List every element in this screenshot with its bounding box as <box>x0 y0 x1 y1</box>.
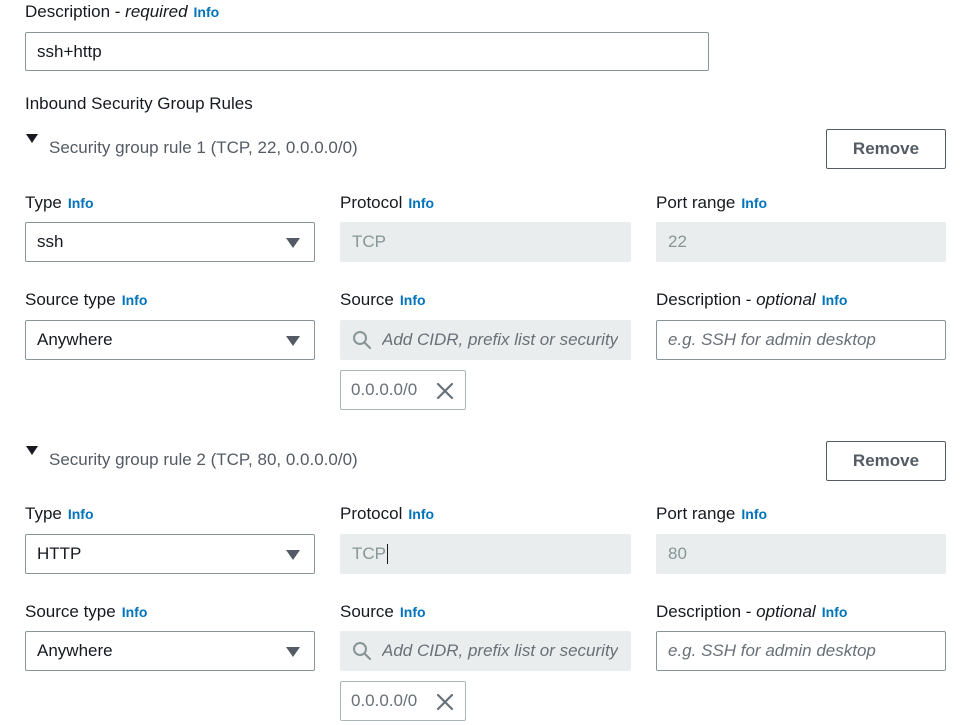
rule-2-protocol-label: Protocol Info <box>340 504 435 523</box>
description-label: Description - required Info <box>25 2 220 21</box>
rule-1-type-info-link[interactable]: Info <box>68 195 94 211</box>
rule-1-protocol-info-link[interactable]: Info <box>408 195 434 211</box>
rule-1-type-select[interactable]: ssh <box>25 222 315 262</box>
rule-1-source-type-select[interactable]: Anywhere <box>25 320 315 360</box>
rule-1-description-info-link[interactable]: Info <box>822 292 848 308</box>
rule-1-source-type-info-link[interactable]: Info <box>122 292 148 308</box>
text-cursor <box>387 544 388 564</box>
close-icon[interactable] <box>435 381 455 401</box>
expand-triangle-icon[interactable] <box>26 446 38 455</box>
rule-1-remove-button[interactable]: Remove <box>826 129 946 169</box>
rule-2-protocol-info-link[interactable]: Info <box>408 506 434 522</box>
close-icon[interactable] <box>435 692 455 712</box>
rule-2-protocol-field: TCP <box>340 534 631 574</box>
rule-2-port-field: 80 <box>656 534 946 574</box>
rule-1-port-label: Port range Info <box>656 193 768 212</box>
rule-2-type-select[interactable]: HTTP <box>25 534 315 574</box>
description-input[interactable]: ssh+http <box>25 32 709 71</box>
caret-down-icon <box>286 238 300 248</box>
caret-down-icon <box>286 647 300 657</box>
rule-1-type-label: Type Info <box>25 193 94 212</box>
rule-2-type-info-link[interactable]: Info <box>68 506 94 522</box>
rule-2-source-label: Source Info <box>340 602 426 621</box>
caret-down-icon <box>286 550 300 560</box>
rule-2-description-info-link[interactable]: Info <box>822 604 848 620</box>
rule-2-description-input[interactable]: e.g. SSH for admin desktop <box>656 631 946 671</box>
rule-2-source-type-info-link[interactable]: Info <box>122 604 148 620</box>
rule-2-port-info-link[interactable]: Info <box>741 506 767 522</box>
rule-2-source-type-select[interactable]: Anywhere <box>25 631 315 671</box>
rule-1-protocol-field: TCP <box>340 222 631 262</box>
search-icon <box>353 642 372 661</box>
rule-1-title[interactable]: Security group rule 1 (TCP, 22, 0.0.0.0/… <box>49 138 358 158</box>
rule-2-title[interactable]: Security group rule 2 (TCP, 80, 0.0.0.0/… <box>49 450 358 470</box>
rule-1-source-type-label: Source type Info <box>25 290 148 309</box>
description-info-link[interactable]: Info <box>194 4 220 20</box>
rule-2-remove-button[interactable]: Remove <box>826 441 946 481</box>
rule-2-port-label: Port range Info <box>656 504 768 523</box>
rule-1-source-info-link[interactable]: Info <box>400 292 426 308</box>
rule-1-description-label: Description - optional Info <box>656 290 848 309</box>
rule-1-description-input[interactable]: e.g. SSH for admin desktop <box>656 320 946 360</box>
rule-2-type-label: Type Info <box>25 504 94 523</box>
rule-1-source-token: 0.0.0.0/0 <box>340 370 466 410</box>
rule-1-source-label: Source Info <box>340 290 426 309</box>
rule-1-port-info-link[interactable]: Info <box>741 195 767 211</box>
rule-2-source-info-link[interactable]: Info <box>400 604 426 620</box>
caret-down-icon <box>286 336 300 346</box>
expand-triangle-icon[interactable] <box>26 134 38 143</box>
rule-1-source-search-input[interactable]: Add CIDR, prefix list or security <box>340 320 631 360</box>
rule-1-port-field: 22 <box>656 222 946 262</box>
rule-1-protocol-label: Protocol Info <box>340 193 435 212</box>
rule-2-source-token: 0.0.0.0/0 <box>340 681 466 721</box>
rule-2-source-search-input[interactable]: Add CIDR, prefix list or security <box>340 631 631 671</box>
rule-2-source-type-label: Source type Info <box>25 602 148 621</box>
inbound-rules-heading: Inbound Security Group Rules <box>25 94 253 113</box>
search-icon <box>353 331 372 350</box>
rule-2-description-label: Description - optional Info <box>656 602 848 621</box>
